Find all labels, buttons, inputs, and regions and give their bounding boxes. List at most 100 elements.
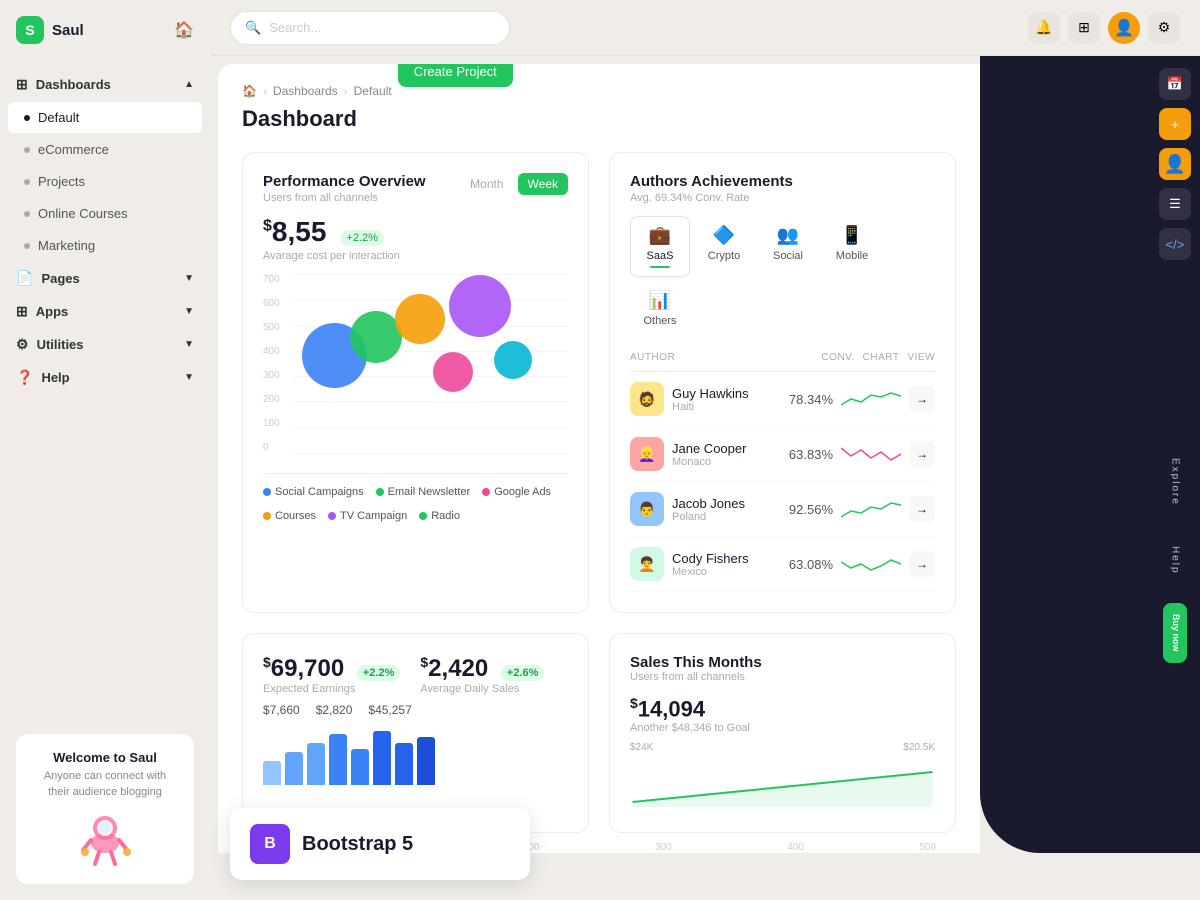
sidebar-item-ecommerce[interactable]: eCommerce xyxy=(8,134,202,165)
content-wrapper: 🏠 › Dashboards › Default Create Project … xyxy=(210,56,1200,853)
chevron-down-icon: ▼ xyxy=(184,339,194,350)
sidebar-item-pages[interactable]: 📄 Pages ▼ xyxy=(0,262,210,295)
settings-icon[interactable]: ⊞ xyxy=(1068,12,1100,44)
bar xyxy=(285,752,303,785)
conv-rate: 63.83% xyxy=(789,447,833,462)
sidebar-item-utilities[interactable]: ⚙ Utilities ▼ xyxy=(0,328,210,361)
dashboards-icon: ⊞ xyxy=(16,76,28,93)
mini-chart xyxy=(841,497,901,521)
conv-rate: 63.08% xyxy=(789,557,833,572)
back-icon[interactable]: 🏠 xyxy=(174,20,194,40)
bubble-email xyxy=(350,311,402,363)
perf-header: Performance Overview Users from all chan… xyxy=(263,173,568,204)
notification-icon[interactable]: 🔔 xyxy=(1028,12,1060,44)
sidebar-item-online-courses[interactable]: Online Courses xyxy=(8,198,202,229)
stats-row: $69,700 +2.2% Expected Earnings $2,420 +… xyxy=(242,633,956,833)
view-button[interactable]: → xyxy=(909,551,935,577)
perf-info: Performance Overview Users from all chan… xyxy=(263,173,426,204)
sidebar-item-projects[interactable]: Projects xyxy=(8,166,202,197)
astronaut-illustration xyxy=(65,808,145,868)
conv-rate: 92.56% xyxy=(789,502,833,517)
home-icon[interactable]: 🏠 xyxy=(242,84,257,98)
legend-courses: Courses xyxy=(263,510,316,522)
month-toggle[interactable]: Month xyxy=(460,173,513,195)
grid-line xyxy=(293,401,568,402)
tab-crypto[interactable]: 🔷 Crypto xyxy=(694,216,754,277)
author-name: Jacob Jones xyxy=(672,496,745,511)
view-button[interactable]: → xyxy=(909,496,935,522)
chart-area xyxy=(293,274,568,453)
mobile-icon: 📱 xyxy=(841,225,863,246)
help-text[interactable]: Help xyxy=(1170,546,1181,575)
grid-line xyxy=(293,428,568,429)
sidebar-footer: Welcome to Saul Anyone can connect with … xyxy=(0,718,210,900)
welcome-title: Welcome to Saul xyxy=(32,750,178,765)
sales-goal: Another $48,346 to Goal xyxy=(630,722,935,734)
bootstrap-icon: B xyxy=(250,824,290,864)
sidebar-item-dashboards[interactable]: ⊞ Dashboards ▲ xyxy=(0,68,210,101)
author-name: Cody Fishers xyxy=(672,551,749,566)
content-main: 🏠 › Dashboards › Default Create Project … xyxy=(218,64,980,853)
chart-legend: Social Campaigns Email Newsletter Google… xyxy=(263,486,568,522)
author-details: Guy Hawkins Haiti xyxy=(672,386,749,413)
legend-dot xyxy=(482,488,490,496)
chevron-down-icon: ▼ xyxy=(184,273,194,284)
perf-value-row: $8,55 +2.2% xyxy=(263,216,568,248)
bubble-cyan xyxy=(494,341,532,379)
calendar-icon[interactable]: 📅 xyxy=(1159,68,1191,100)
legend-email: Email Newsletter xyxy=(376,486,471,498)
view-button[interactable]: → xyxy=(909,386,935,412)
breadcrumb-dashboards[interactable]: Dashboards xyxy=(273,84,338,98)
table-header: AUTHOR CONV. CHART VIEW xyxy=(630,348,935,372)
author-country: Mexico xyxy=(672,566,749,578)
sales-this-month-card: Sales This Months Users from all channel… xyxy=(609,633,956,833)
author-info: 👱‍♀️ Jane Cooper Monaco xyxy=(630,437,781,471)
bar xyxy=(417,737,435,785)
apps-icon: ⊞ xyxy=(16,303,28,320)
legend-tv: TV Campaign xyxy=(328,510,407,522)
plus-icon[interactable]: + xyxy=(1159,108,1191,140)
tab-saas[interactable]: 💼 SaaS xyxy=(630,216,690,277)
sidebar-item-marketing[interactable]: Marketing xyxy=(8,230,202,261)
tab-label: Mobile xyxy=(836,250,868,262)
sidebar-item-help[interactable]: ❓ Help ▼ xyxy=(0,361,210,394)
tab-mobile[interactable]: 📱 Mobile xyxy=(822,216,882,277)
sales-line-chart xyxy=(630,757,935,812)
tab-label: Crypto xyxy=(708,250,740,262)
nav-dot xyxy=(24,243,30,249)
sidebar: S Saul 🏠 ⊞ Dashboards ▲ Default eCommerc… xyxy=(0,0,210,900)
legend-social: Social Campaigns xyxy=(263,486,364,498)
tab-social[interactable]: 👥 Social xyxy=(758,216,818,277)
avatar: 🧔 xyxy=(630,382,664,416)
more-icon[interactable]: ⚙ xyxy=(1148,12,1180,44)
app-name: Saul xyxy=(52,22,84,39)
chevron-down-icon: ▼ xyxy=(184,372,194,383)
sidebar-item-apps[interactable]: ⊞ Apps ▼ xyxy=(0,295,210,328)
avatar: 👱‍♀️ xyxy=(630,437,664,471)
search-box[interactable]: 🔍 Search... xyxy=(230,11,510,45)
tab-others[interactable]: 📊 Others xyxy=(630,281,690,336)
user-avatar-icon[interactable]: 👤 xyxy=(1159,148,1191,180)
daily-sales-value: $2,420 +2.6% xyxy=(420,654,544,683)
sidebar-header: S Saul 🏠 xyxy=(0,0,210,60)
welcome-subtitle: Anyone can connect with their audience b… xyxy=(32,769,178,800)
week-toggle[interactable]: Week xyxy=(518,173,568,195)
buy-now-button[interactable]: Buy now xyxy=(1163,603,1187,663)
bar xyxy=(307,743,325,785)
view-button[interactable]: → xyxy=(909,441,935,467)
user-avatar[interactable]: 👤 xyxy=(1108,12,1140,44)
create-project-button[interactable]: Create Project xyxy=(398,64,513,87)
legend-dot xyxy=(263,512,271,520)
explore-text[interactable]: Explore xyxy=(1170,458,1181,506)
bar xyxy=(351,749,369,785)
topbar-right: 🔔 ⊞ 👤 ⚙ xyxy=(1028,12,1180,44)
sidebar-item-default[interactable]: Default xyxy=(8,102,202,133)
mini-bar-chart xyxy=(263,725,568,785)
code-icon[interactable]: </> xyxy=(1159,228,1191,260)
earnings-badge: +2.2% xyxy=(357,665,401,681)
page-title: Dashboard xyxy=(242,106,956,132)
menu-icon[interactable]: ☰ xyxy=(1159,188,1191,220)
search-icon: 🔍 xyxy=(245,20,261,36)
breadcrumb-default[interactable]: Default xyxy=(354,84,392,98)
table-row: 🧑‍🦱 Cody Fishers Mexico 63.08% → xyxy=(630,537,935,592)
